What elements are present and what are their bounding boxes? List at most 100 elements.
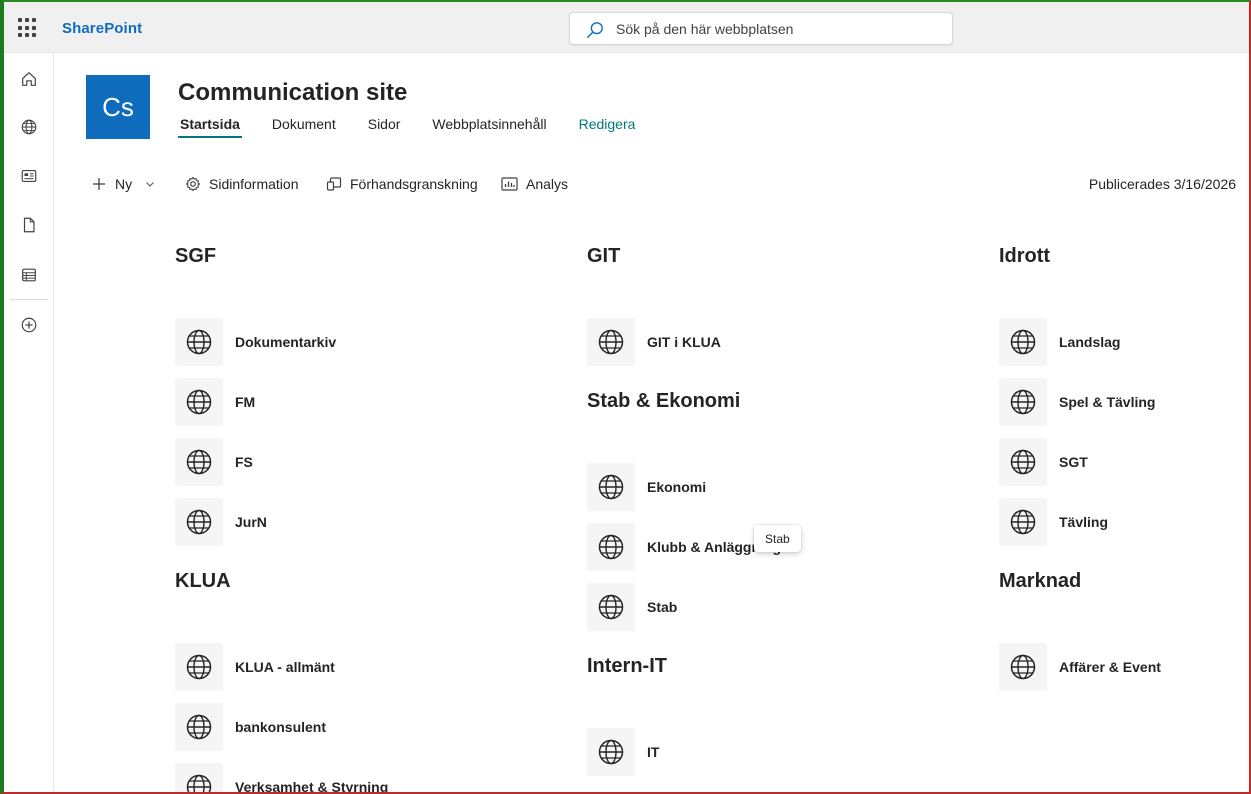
quick-link-label: IT — [647, 744, 660, 760]
globe-icon — [587, 583, 635, 631]
quick-link-label: Verksamhet & Styrning — [235, 779, 389, 794]
quick-link-label: Ekonomi — [647, 479, 707, 495]
quick-link[interactable]: Landslag — [999, 318, 1120, 366]
globe-icon — [999, 438, 1047, 486]
quick-link[interactable]: Ekonomi — [587, 463, 706, 511]
quick-link[interactable]: Klubb & Anläggning — [587, 523, 781, 571]
globe-icon[interactable] — [18, 116, 40, 138]
section-sgf: SGF Dokumentarkiv FM FS JurN — [175, 243, 336, 546]
section-title: SGF — [175, 245, 217, 267]
command-bar: Ny Sidinformation Förhandsgranskning Ana… — [86, 170, 1236, 198]
nav-documents[interactable]: Dokument — [270, 116, 338, 138]
nav-home[interactable]: Startsida — [178, 116, 242, 138]
globe-icon — [999, 378, 1047, 426]
quick-link[interactable]: FS — [175, 438, 253, 486]
new-button[interactable]: Ny — [91, 170, 156, 198]
nav-pages[interactable]: Sidor — [366, 116, 403, 138]
site-title[interactable]: Communication site — [178, 79, 407, 107]
quick-link[interactable]: Stab — [587, 583, 677, 631]
globe-icon — [587, 318, 635, 366]
section-git: GIT GIT i KLUA — [587, 243, 721, 366]
site-search-box[interactable] — [569, 12, 953, 45]
app-launcher-icon[interactable] — [18, 18, 38, 38]
analytics-icon — [501, 177, 518, 191]
quick-link[interactable]: JurN — [175, 498, 267, 546]
globe-icon — [587, 463, 635, 511]
page-details-button[interactable]: Sidinformation — [185, 170, 299, 198]
globe-icon — [175, 703, 223, 751]
globe-icon — [175, 378, 223, 426]
sharepoint-brand-link[interactable]: SharePoint — [62, 20, 142, 37]
quick-link-label: Stab — [647, 599, 678, 615]
site-logo[interactable]: Cs — [86, 75, 150, 139]
quick-link[interactable]: Dokumentarkiv — [175, 318, 336, 366]
quick-link-label: KLUA - allmänt — [235, 659, 335, 675]
site-navigation: Startsida Dokument Sidor Webbplatsinnehå… — [178, 116, 637, 138]
page-details-label: Sidinformation — [209, 176, 299, 192]
suite-bar: SharePoint — [4, 2, 1249, 53]
analytics-button[interactable]: Analys — [501, 170, 568, 198]
globe-icon — [999, 498, 1047, 546]
quick-link[interactable]: Verksamhet & Styrning — [175, 763, 388, 794]
quick-link-label: Affärer & Event — [1059, 659, 1161, 675]
search-icon — [587, 22, 603, 38]
quick-link[interactable]: Affärer & Event — [999, 643, 1161, 691]
globe-icon — [175, 438, 223, 486]
chevron-down-icon — [146, 182, 155, 187]
hover-tooltip: Stab — [754, 525, 801, 552]
file-icon[interactable] — [18, 214, 40, 236]
app-bar — [4, 53, 54, 792]
section-title: Marknad — [999, 570, 1082, 592]
nav-edit-link[interactable]: Redigera — [577, 116, 638, 138]
nav-site-contents[interactable]: Webbplatsinnehåll — [430, 116, 548, 138]
globe-icon — [175, 763, 223, 794]
add-circle-icon[interactable] — [18, 314, 40, 336]
globe-icon — [999, 643, 1047, 691]
gear-icon — [185, 176, 201, 192]
preview-button[interactable]: Förhandsgranskning — [326, 170, 478, 198]
section-title: KLUA — [175, 570, 231, 592]
section-intern-it: Intern-IT IT — [587, 653, 667, 776]
list-icon[interactable] — [18, 264, 40, 286]
globe-icon — [587, 728, 635, 776]
analytics-label: Analys — [526, 176, 569, 192]
quick-link-label: JurN — [235, 514, 267, 530]
preview-icon — [326, 177, 342, 191]
quick-link-label: FM — [235, 394, 256, 410]
quick-link[interactable]: SGT — [999, 438, 1088, 486]
quick-link[interactable]: Spel & Tävling — [999, 378, 1155, 426]
section-title: Stab & Ekonomi — [587, 390, 741, 412]
globe-icon — [175, 318, 223, 366]
quick-link[interactable]: Tävling — [999, 498, 1108, 546]
quick-link-label: Spel & Tävling — [1059, 394, 1156, 410]
globe-icon — [999, 318, 1047, 366]
section-title: Idrott — [999, 245, 1051, 267]
quick-link-label: Landslag — [1059, 334, 1121, 350]
published-status: Publicerades 3/16/2026 — [1088, 176, 1236, 192]
quick-link-label: SGT — [1059, 454, 1088, 470]
search-input[interactable] — [616, 13, 936, 44]
quick-link-label: GIT i KLUA — [647, 334, 721, 350]
section-title: GIT — [587, 245, 621, 267]
quick-link[interactable]: FM — [175, 378, 255, 426]
section-marknad: Marknad Affärer & Event — [999, 568, 1161, 691]
plus-icon — [93, 178, 105, 190]
section-title: Intern-IT — [587, 655, 667, 677]
section-stab-ekonomi: Stab & Ekonomi Ekonomi Klubb & Anläggnin… — [587, 388, 781, 631]
quick-link-label: FS — [235, 454, 253, 470]
section-idrott: Idrott Landslag Spel & Tävling SGT Tävli… — [999, 243, 1155, 546]
quick-link-label: Tävling — [1059, 514, 1109, 530]
quick-link-label: Dokumentarkiv — [235, 334, 337, 350]
home-icon[interactable] — [18, 68, 40, 90]
new-button-label: Ny — [115, 176, 133, 192]
globe-icon — [175, 498, 223, 546]
quick-link-label: bankonsulent — [235, 719, 327, 735]
app-bar-divider — [10, 299, 48, 300]
quick-link[interactable]: KLUA - allmänt — [175, 643, 335, 691]
preview-label: Förhandsgranskning — [350, 176, 478, 192]
news-icon[interactable] — [18, 165, 40, 187]
quick-link[interactable]: IT — [587, 728, 659, 776]
quick-link[interactable]: bankonsulent — [175, 703, 326, 751]
quick-link[interactable]: GIT i KLUA — [587, 318, 721, 366]
section-klua: KLUA KLUA - allmänt bankonsulent Verksam… — [175, 568, 388, 794]
